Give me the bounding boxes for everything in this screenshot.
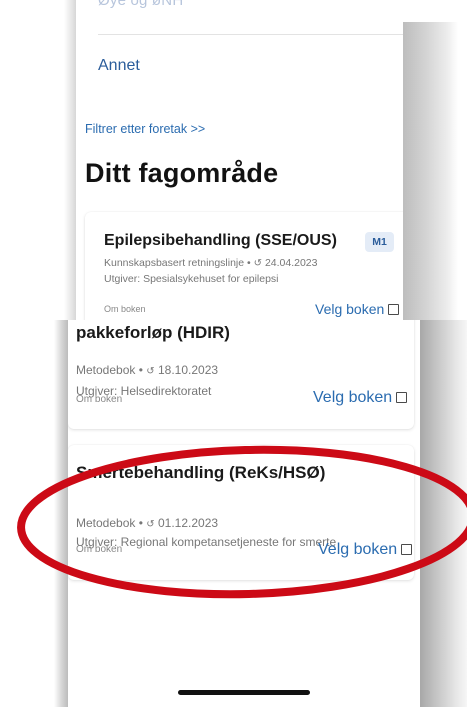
book-type: Kunnskapsbasert retningslinje <box>104 257 245 269</box>
choose-book-checkbox[interactable] <box>401 544 413 555</box>
book-meta: Kunnskapsbasert retningslinje • ↺ 24.04.… <box>104 257 318 269</box>
about-book-link[interactable]: Om boken <box>104 304 146 314</box>
choose-book-button[interactable]: Velg boken <box>318 541 413 559</box>
choose-book-checkbox[interactable] <box>388 304 400 315</box>
section-title: Ditt fagområde <box>85 158 279 188</box>
separator: • <box>138 363 143 377</box>
book-title: Epilepsibehandling (SSE/OUS) <box>104 232 337 249</box>
home-indicator[interactable] <box>178 690 310 695</box>
choose-book-label: Velg boken <box>318 541 398 558</box>
filter-by-enterprise-link[interactable]: Filtrer etter foretak >> <box>85 122 205 136</box>
book-meta: Metodebok • ↺ 01.12.2023 <box>76 516 218 530</box>
book-card-kreft[interactable]: Kreft - handlingsprogram og pakkeforløp … <box>68 320 414 429</box>
menu-item-annet[interactable]: Annet <box>98 57 140 75</box>
book-card-smerte[interactable]: Smertebehandling (ReKs/HSØ) Metodebok • … <box>68 445 414 580</box>
menu-divider <box>98 34 403 35</box>
separator: • <box>247 257 251 269</box>
book-title: Kreft - handlingsprogram og pakkeforløp … <box>76 323 230 342</box>
about-book-link[interactable]: Om boken <box>76 394 122 405</box>
menu-item-faded[interactable]: Øye og øNH <box>98 0 183 9</box>
bottom-screen: Kreft - handlingsprogram og pakkeforløp … <box>68 320 420 707</box>
screenshot-stage: Øye og øNH Annet Filtrer etter foretak >… <box>0 0 467 707</box>
choose-book-button[interactable]: Velg boken <box>315 301 400 317</box>
choose-book-checkbox[interactable] <box>396 392 408 403</box>
book-date: 24.04.2023 <box>264 257 318 269</box>
frame-shadow <box>420 320 467 707</box>
top-screen: Øye og øNH Annet Filtrer etter foretak >… <box>76 0 403 330</box>
history-icon: ↺ <box>146 519 155 530</box>
book-type: Metodebok <box>76 363 136 377</box>
choose-book-label: Velg boken <box>315 301 385 317</box>
book-badge: M1 <box>365 232 394 252</box>
frame-shadow <box>402 22 458 322</box>
history-icon: ↺ <box>146 366 155 377</box>
book-card-epilepsi[interactable]: Epilepsibehandling (SSE/OUS) M1 Kunnskap… <box>85 212 403 330</box>
book-meta: Metodebok • ↺ 18.10.2023 <box>76 363 218 377</box>
about-book-link[interactable]: Om boken <box>76 544 122 555</box>
choose-book-button[interactable]: Velg boken <box>313 389 408 407</box>
book-publisher: Utgiver: Spesialsykehuset for epilepsi <box>104 273 279 285</box>
book-type: Metodebok <box>76 516 136 530</box>
separator: • <box>138 516 143 530</box>
book-date: 01.12.2023 <box>158 516 219 530</box>
choose-book-label: Velg boken <box>313 389 393 406</box>
history-icon: ↺ <box>253 258 263 269</box>
book-date: 18.10.2023 <box>158 363 219 377</box>
book-title: Smertebehandling (ReKs/HSØ) <box>76 463 326 482</box>
frame-shadow <box>54 320 68 707</box>
